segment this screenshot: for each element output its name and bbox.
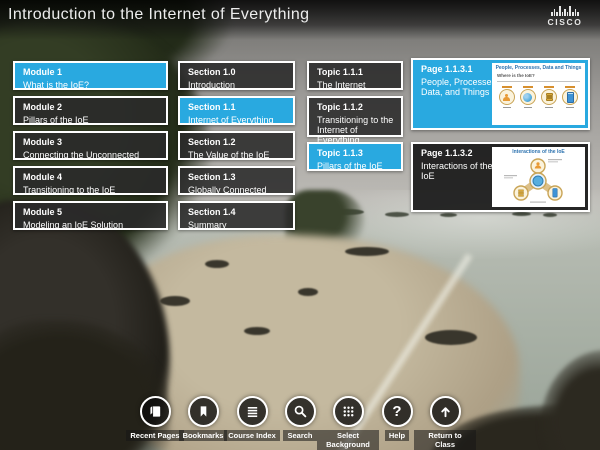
module-subtitle: What is the IoE? <box>23 80 160 90</box>
interactions-diagram <box>492 155 585 205</box>
topic-card-1-1-2[interactable]: Topic 1.1.2 Transitioning to the Interne… <box>307 96 403 137</box>
bookmark-icon <box>196 404 211 419</box>
cisco-bridge-icon <box>542 5 588 16</box>
question-icon: ? <box>392 404 401 419</box>
section-subtitle: Internet of Everything <box>188 115 287 125</box>
bg-rock <box>160 296 190 306</box>
cisco-logo-text: CISCO <box>542 17 588 27</box>
bg-island <box>385 212 409 217</box>
person-icon <box>503 94 510 101</box>
section-card-1-4[interactable]: Section 1.4 Summary <box>178 201 295 230</box>
module-title: Module 5 <box>23 207 160 218</box>
section-subtitle: Globally Connected <box>188 185 287 195</box>
phone-icon <box>567 92 574 103</box>
bg-rock <box>425 330 477 345</box>
page-card-title: Page 1.1.3.2 <box>421 148 501 159</box>
page-card-1-1-3-2[interactable]: Page 1.1.3.2 Interactions of the IoE Int… <box>411 142 590 212</box>
bg-rock <box>205 260 229 268</box>
module-title: Module 4 <box>23 172 160 183</box>
page-thumbnail: Interactions of the IoE <box>492 147 585 207</box>
page-card-subtitle: Interactions of the IoE <box>421 161 501 182</box>
topic-title: Topic 1.1.1 <box>317 67 395 78</box>
page-card-subtitle: People, Processes, Data, and Things <box>421 77 501 98</box>
section-title: Section 1.3 <box>188 172 287 183</box>
section-title: Section 1.1 <box>188 102 287 113</box>
topic-card-1-1-3[interactable]: Topic 1.1.3 Pillars of the IoE <box>307 142 403 171</box>
topic-title: Topic 1.1.2 <box>317 102 395 113</box>
section-card-1-0[interactable]: Section 1.0 Introduction <box>178 61 295 90</box>
topic-title: Topic 1.1.3 <box>317 148 395 159</box>
section-card-1-2[interactable]: Section 1.2 The Value of the IoE <box>178 131 295 160</box>
section-title: Section 1.0 <box>188 67 287 78</box>
pillar-medallions <box>492 86 585 108</box>
module-card-1[interactable]: Module 1 What is the IoE? <box>13 61 168 90</box>
page-title: Introduction to the Internet of Everythi… <box>8 6 309 24</box>
return-to-class-button[interactable]: Return to Class <box>405 396 485 450</box>
section-subtitle: Summary <box>188 220 287 230</box>
header-bar: Introduction to the Internet of Everythi… <box>0 0 600 40</box>
bg-island <box>543 213 557 217</box>
bg-rock <box>298 288 318 296</box>
module-title: Module 3 <box>23 137 160 148</box>
bg-rock <box>244 327 270 335</box>
recent-pages-icon <box>148 404 163 419</box>
thumbnail-heading: People, Processes, Data and Things <box>492 66 585 71</box>
module-subtitle: Modeling an IoE Solution <box>23 220 160 230</box>
page-card-title: Page 1.1.3.1 <box>421 64 501 75</box>
arrow-up-icon <box>438 404 453 419</box>
module-title: Module 2 <box>23 102 160 113</box>
section-card-1-3[interactable]: Section 1.3 Globally Connected <box>178 166 295 195</box>
topic-subtitle: The Internet <box>317 80 395 90</box>
bg-island <box>440 213 457 217</box>
thumbnail-subheading: Where is the IoE? <box>497 74 585 79</box>
module-subtitle: Connecting the Unconnected <box>23 150 160 160</box>
bg-rock <box>345 247 389 256</box>
module-title: Module 1 <box>23 67 160 78</box>
list-icon <box>245 404 260 419</box>
module-card-4[interactable]: Module 4 Transitioning to the IoE <box>13 166 168 195</box>
topic-card-1-1-1[interactable]: Topic 1.1.1 The Internet <box>307 61 403 90</box>
grid-icon <box>341 404 356 419</box>
globe-icon <box>523 93 532 102</box>
section-title: Section 1.2 <box>188 137 287 148</box>
data-coins-icon <box>546 93 553 101</box>
course-index-screen: Introduction to the Internet of Everythi… <box>0 0 600 450</box>
topic-subtitle: Pillars of the IoE <box>317 161 395 171</box>
cisco-logo: CISCO <box>542 5 588 27</box>
section-title: Section 1.4 <box>188 207 287 218</box>
page-thumbnail: People, Processes, Data and Things Where… <box>492 63 585 125</box>
section-card-1-1[interactable]: Section 1.1 Internet of Everything <box>178 96 295 125</box>
module-card-3[interactable]: Module 3 Connecting the Unconnected <box>13 131 168 160</box>
module-subtitle: Pillars of the IoE <box>23 115 160 125</box>
section-subtitle: The Value of the IoE <box>188 150 287 160</box>
module-subtitle: Transitioning to the IoE <box>23 185 160 195</box>
search-icon <box>293 404 308 419</box>
thumbnail-text-line <box>497 81 580 83</box>
module-card-2[interactable]: Module 2 Pillars of the IoE <box>13 96 168 125</box>
module-card-5[interactable]: Module 5 Modeling an IoE Solution <box>13 201 168 230</box>
toolbar-label: Return to Class <box>414 430 476 450</box>
gear-icon <box>533 176 543 186</box>
bg-island <box>512 212 531 216</box>
section-subtitle: Introduction <box>188 80 287 90</box>
page-card-1-1-3-1[interactable]: Page 1.1.3.1 People, Processes, Data, an… <box>411 58 590 130</box>
